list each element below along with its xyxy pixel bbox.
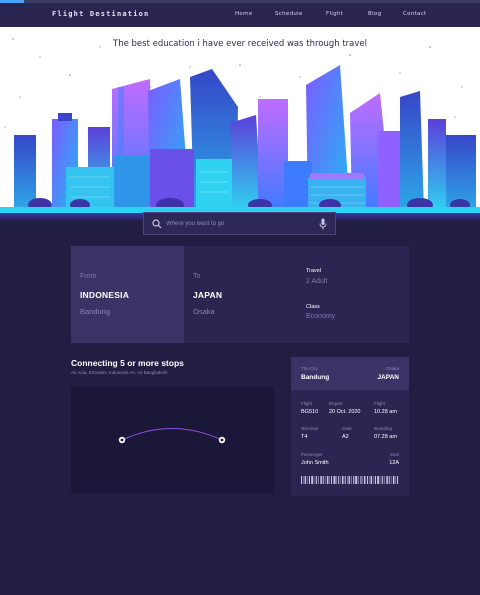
seat-label: Seat xyxy=(389,452,399,457)
route-arc-line xyxy=(121,428,223,441)
flight-number: BG510 xyxy=(301,409,319,415)
hero-banner: The best education i have ever received … xyxy=(0,27,480,222)
route-summary-card: From INDONESIA Bandung To JAPAN Osaka Tr… xyxy=(71,246,409,343)
route-arc-graphic xyxy=(118,428,226,444)
from-label: From xyxy=(80,273,97,280)
destination-search-input[interactable] xyxy=(166,218,316,230)
nav-link-flight[interactable]: Flight xyxy=(326,11,343,17)
gate-value: A2 xyxy=(342,434,349,440)
passenger-name: John Smith xyxy=(301,460,329,466)
search-icon xyxy=(152,219,162,229)
boarding-label: Boarding xyxy=(374,426,393,431)
flight-time: 10.28 am xyxy=(374,409,397,415)
gate-label: Gate xyxy=(342,426,352,431)
nav-link-blog[interactable]: Blog xyxy=(368,11,381,17)
boarding-pass-card[interactable]: The City Bandung Osaka JAPAN Flight BG51… xyxy=(291,357,409,496)
route-map-panel xyxy=(71,387,274,494)
nav-link-schedule[interactable]: Schedule xyxy=(275,11,303,17)
depart-label: Depart xyxy=(329,401,343,406)
from-city: Bandung xyxy=(80,307,111,316)
class-value[interactable]: Economy xyxy=(306,313,335,320)
travel-label: Travel xyxy=(306,268,322,274)
boarding-pass-header: The City Bandung Osaka JAPAN xyxy=(291,357,409,390)
origin-label: The City xyxy=(301,366,318,371)
flight-label: Flight xyxy=(301,401,313,406)
passenger-label: Passenger xyxy=(301,452,323,457)
origin-city: Bandung xyxy=(301,374,330,381)
navbar: Flight Destination Home Schedule Flight … xyxy=(0,3,480,27)
boarding-time: 07.28 am xyxy=(374,434,397,440)
nav-link-contact[interactable]: Contact xyxy=(403,11,427,17)
city-skyline-illustration xyxy=(0,38,480,222)
microphone-icon[interactable] xyxy=(319,218,327,230)
barcode-graphic xyxy=(301,476,398,484)
to-city: Osaka xyxy=(193,307,215,316)
class-label: Class xyxy=(306,304,320,310)
terminal-label: Terminal xyxy=(301,426,319,431)
nav-link-home[interactable]: Home xyxy=(235,11,252,17)
connections-title: Connecting 5 or more stops xyxy=(71,358,184,368)
depart-date: 20 Oct. 2020 xyxy=(329,409,361,415)
from-country: INDONESIA xyxy=(80,290,130,300)
destination-search-bar[interactable] xyxy=(143,212,336,235)
seat-value: 12A xyxy=(389,460,399,466)
travel-value[interactable]: 2 Adult xyxy=(306,278,327,285)
terminal-value: T4 xyxy=(301,434,308,440)
destination-country: JAPAN xyxy=(377,374,399,381)
hero-tagline: The best education i have ever received … xyxy=(113,39,367,49)
connections-airlines: Air Asia, Emirates, Indonesia Air, Air B… xyxy=(71,370,168,375)
flight-time-label: Flight xyxy=(374,401,386,406)
destination-label: Osaka xyxy=(385,366,399,371)
to-label: To xyxy=(193,273,201,280)
route-from-panel[interactable]: From INDONESIA Bandung xyxy=(71,246,184,343)
brand-logo[interactable]: Flight Destination xyxy=(52,10,149,18)
to-country[interactable]: JAPAN xyxy=(193,290,222,300)
